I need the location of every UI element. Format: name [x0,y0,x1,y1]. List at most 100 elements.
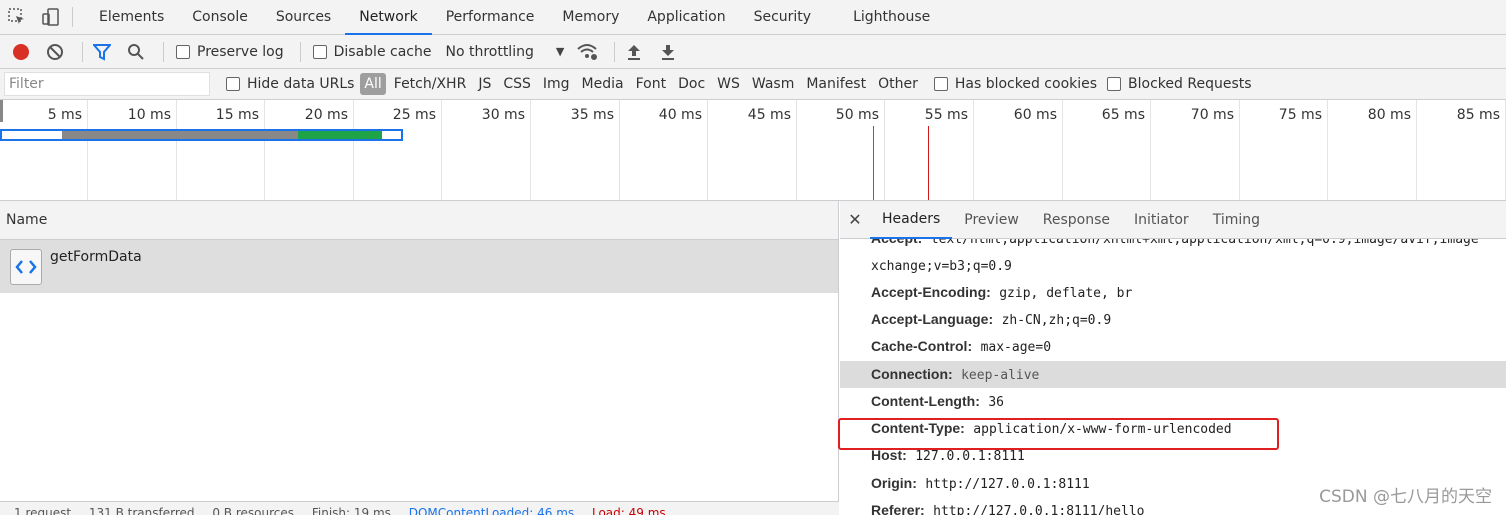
tab-memory[interactable]: Memory [548,0,633,35]
tab-response[interactable]: Response [1031,201,1122,239]
header-key: Content-Length: [871,393,980,409]
header-key: Accept-Language: [871,311,994,327]
tab-performance[interactable]: Performance [432,0,549,35]
clear-icon[interactable] [42,39,68,65]
timeline-tick-label: 85 ms [1456,107,1500,123]
type-other[interactable]: Other [872,73,924,95]
divider [82,41,83,62]
blocked-requests-label: Blocked Requests [1128,76,1252,92]
header-value: 36 [988,395,1004,410]
tab-sources[interactable]: Sources [262,0,345,35]
type-css[interactable]: CSS [497,73,537,95]
throttling-select[interactable]: No throttling ▼ [445,44,564,60]
filter-icon[interactable] [89,39,115,65]
header-row-content-length: Content-Length: 36 [840,388,1506,415]
timeline-tick-label: 10 ms [127,107,171,123]
timeline-tick-label: 45 ms [747,107,791,123]
type-img[interactable]: Img [537,73,576,95]
timeline-tick-label: 60 ms [1013,107,1057,123]
watermark: CSDN @七八月的天空 [1319,487,1492,507]
checkbox-box[interactable] [312,44,327,59]
hide-data-urls-label: Hide data URLs [247,76,355,92]
header-key: Origin: [871,475,917,491]
checkbox-box[interactable] [933,77,948,91]
timeline-tick-label: 40 ms [658,107,702,123]
request-list: Name getFormData 1 request 131 B transfe… [0,201,839,515]
load-marker [928,126,929,200]
timeline-tick-label: 50 ms [835,107,879,123]
tab-preview[interactable]: Preview [952,201,1031,239]
has-blocked-cookies-label: Has blocked cookies [954,76,1098,92]
header-key: Accept-Encoding: [871,284,991,300]
resource-type-filters: All Fetch/XHR JS CSS Img Media Font Doc … [360,73,923,95]
header-value: max-age=0 [980,340,1052,355]
tab-timing[interactable]: Timing [1201,201,1272,239]
checkbox-box[interactable] [176,44,190,59]
tab-headers[interactable]: Headers [870,201,953,239]
disable-cache-checkbox[interactable]: Disable cache [312,44,431,60]
column-header-name[interactable]: Name [0,201,838,240]
import-har-icon[interactable] [621,39,647,65]
device-toolbar-icon[interactable] [34,0,68,34]
header-value: gzip, deflate, br [999,286,1133,301]
header-value: http://127.0.0.1:8111 [925,477,1090,492]
tab-application[interactable]: Application [633,0,739,35]
preserve-log-label: Preserve log [197,43,284,60]
type-js[interactable]: JS [472,73,497,95]
checkbox-box[interactable] [226,77,240,91]
type-font[interactable]: Font [630,73,672,95]
throttling-value: No throttling [445,43,534,60]
timeline-tick-label: 15 ms [215,107,259,123]
timeline-tick-label: 65 ms [1101,107,1145,123]
type-media[interactable]: Media [576,73,630,95]
hide-data-urls-checkbox[interactable]: Hide data URLs [226,76,354,92]
chevron-down-icon: ▼ [555,45,565,58]
header-row-accept: Accept: text/html,application/xhtml+xml,… [840,239,1506,252]
network-conditions-icon[interactable] [574,39,600,65]
search-icon[interactable] [123,39,149,65]
tab-network[interactable]: Network [345,0,432,35]
type-wasm[interactable]: Wasm [746,73,800,95]
checkbox-box[interactable] [1107,77,1122,91]
tab-lighthouse[interactable]: Lighthouse [839,0,944,35]
filter-bar: Filter Hide data URLs All Fetch/XHR JS C… [0,69,1506,100]
timeline-tick-label: 20 ms [304,107,348,123]
waterfall-bar-download [298,131,382,139]
type-manifest[interactable]: Manifest [800,73,872,95]
table-row[interactable]: getFormData [0,240,838,293]
tab-initiator[interactable]: Initiator [1122,201,1201,239]
has-blocked-cookies-checkbox[interactable]: Has blocked cookies [933,76,1098,92]
summary-load: Load: 49 ms [591,506,666,515]
timeline-tick-label: 5 ms [47,107,82,123]
export-har-icon[interactable] [655,39,681,65]
timeline-tick-label: 70 ms [1190,107,1234,123]
blocked-requests-checkbox[interactable]: Blocked Requests [1107,76,1252,92]
timeline-tick-label: 30 ms [481,107,525,123]
timeline-tick-label: 35 ms [570,107,614,123]
tab-elements[interactable]: Elements [85,0,178,35]
tab-security[interactable]: Security [740,0,826,35]
tab-console[interactable]: Console [178,0,262,35]
header-value: xchange;v=b3;q=0.9 [871,259,1012,274]
header-row-cache-control: Cache-Control: max-age=0 [840,333,1506,360]
header-value: text/html,application/xhtml+xml,applicat… [930,239,1479,247]
type-ws[interactable]: WS [711,73,746,95]
type-fetch-xhr[interactable]: Fetch/XHR [388,73,473,95]
document-icon [10,249,42,285]
header-row-accept-encoding: Accept-Encoding: gzip, deflate, br [840,279,1506,306]
timeline-tick-label: 80 ms [1367,107,1411,123]
summary-finish: Finish: 19 ms [311,506,391,515]
inspect-element-icon[interactable] [0,0,34,34]
divider [614,41,616,62]
record-icon[interactable] [8,39,34,65]
close-icon[interactable]: ✕ [840,210,870,229]
type-all[interactable]: All [360,73,386,95]
filter-input[interactable]: Filter [4,72,210,96]
header-row-connection: Connection: keep-alive [840,361,1506,388]
preserve-log-checkbox[interactable]: Preserve log [176,44,284,60]
timeline-overview[interactable]: 5 ms 10 ms 15 ms 20 ms 25 ms 30 ms 35 ms 40 ms 4… [0,100,1506,201]
type-doc[interactable]: Doc [672,73,711,95]
request-name: getFormData [50,249,142,265]
summary-resources: 0 B resources [212,506,295,515]
devtools-tabbar: Elements Console Sources Network Perform… [0,0,1506,35]
